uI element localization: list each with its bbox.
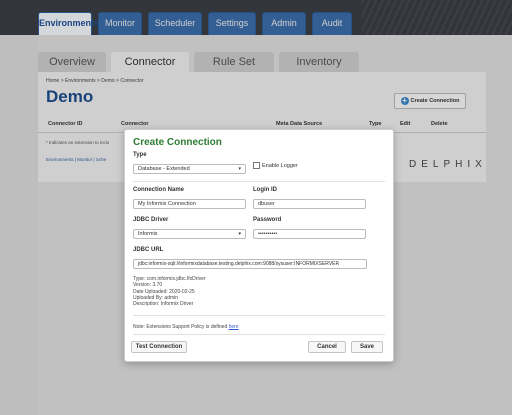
jdbc-driver-value: Informix: [138, 231, 158, 237]
driver-info: Type: com.informix.jdbc.IfxDriver Versio…: [133, 276, 206, 307]
dialog-title: Create Connection: [133, 137, 222, 148]
password-input[interactable]: ••••••••••: [253, 229, 366, 239]
type-select[interactable]: Database - Extended ▾: [133, 164, 246, 174]
jdbc-url-label: JDBC URL: [133, 247, 164, 253]
cancel-button[interactable]: Cancel: [308, 341, 346, 353]
driver-date-uploaded: Date Uploaded: 2020-02-25: [133, 288, 195, 295]
driver-description: Description: Informix Driver: [133, 301, 194, 308]
policy-link[interactable]: here: [229, 324, 239, 330]
test-connection-button[interactable]: Test Connection: [131, 341, 187, 353]
connection-name-input[interactable]: My Informix Connection: [133, 199, 246, 209]
divider: [133, 334, 385, 335]
connection-name-label: Connection Name: [133, 187, 185, 193]
jdbc-driver-select[interactable]: Informix ▾: [133, 229, 246, 239]
policy-text: Note: Extensions Support Policy is defin…: [133, 324, 229, 330]
save-button[interactable]: Save: [351, 341, 383, 353]
type-select-value: Database - Extended: [138, 166, 190, 172]
create-connection-dialog: Create Connection Type Database - Extend…: [124, 129, 394, 362]
enable-logger-option[interactable]: Enable Logger: [253, 162, 298, 169]
login-id-label: Login ID: [253, 187, 277, 193]
login-id-input[interactable]: dbuser: [253, 199, 366, 209]
chevron-down-icon: ▾: [238, 166, 241, 172]
type-label: Type: [133, 152, 147, 158]
password-label: Password: [253, 217, 282, 223]
enable-logger-checkbox[interactable]: [253, 162, 260, 169]
jdbc-url-input[interactable]: jdbc:informix-sqli://informixdatabase.te…: [133, 259, 367, 269]
enable-logger-label: Enable Logger: [262, 162, 298, 169]
jdbc-driver-label: JDBC Driver: [133, 217, 169, 223]
divider: [133, 181, 385, 182]
support-policy-note: Note: Extensions Support Policy is defin…: [133, 324, 239, 330]
divider: [133, 315, 385, 316]
chevron-down-icon: ▾: [238, 231, 241, 237]
